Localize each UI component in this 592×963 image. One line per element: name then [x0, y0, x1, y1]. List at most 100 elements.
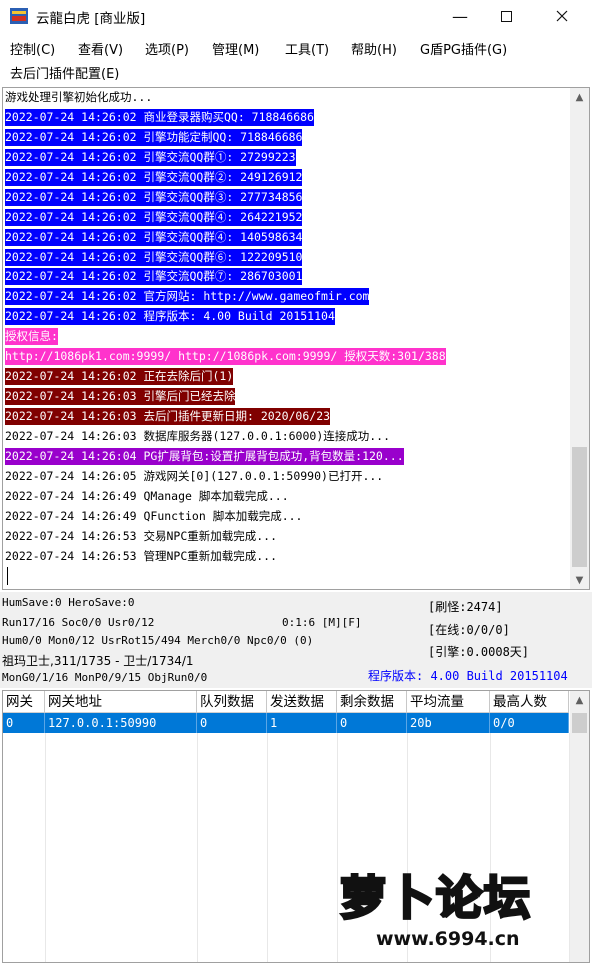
scroll-up-arrow-icon[interactable]: ▲	[570, 88, 589, 106]
table-row[interactable]: 0 127.0.0.1:50990 0 1 0 20b 0/0	[3, 713, 569, 733]
scroll-thumb[interactable]	[572, 713, 587, 733]
table-cell: 0	[197, 713, 267, 733]
log-line-text: 2022-07-24 14:26:02 引擎交流QQ群①: 27299223	[5, 148, 296, 166]
log-line-text: 游戏处理引擎初始化成功...	[5, 90, 153, 104]
log-line: 2022-07-24 14:26:02 引擎交流QQ群②: 249126912	[5, 168, 567, 188]
log-line: 2022-07-24 14:26:02 程序版本: 4.00 Build 201…	[5, 307, 567, 327]
engine-days: [引擎:0.0008天]	[428, 645, 530, 659]
log-line-text: 2022-07-24 14:26:05 游戏网关[0](127.0.0.1:50…	[5, 468, 384, 483]
log-line-text: http://1086pk1.com:9999/ http://1086pk.c…	[5, 348, 446, 366]
log-line: 2022-07-24 14:26:03 去后门插件更新日期: 2020/06/2…	[5, 407, 567, 427]
watermark-logo: 萝卜论坛 www.6994.cn	[339, 862, 580, 958]
log-line-text: 2022-07-24 14:26:02 正在去除后门(1)	[5, 368, 234, 386]
log-line-text: 2022-07-24 14:26:03 引擎后门已经去除	[5, 388, 236, 406]
log-line: 2022-07-24 14:26:53 管理NPC重新加载完成...	[5, 547, 567, 567]
column-header[interactable]: 队列数据	[197, 691, 267, 713]
log-line-text: 2022-07-24 14:26:02 引擎交流QQ群⑥: 122209510	[5, 248, 303, 266]
maximize-icon	[500, 10, 512, 22]
menu-gdun-plugin[interactable]: G盾PG插件(G)	[420, 39, 507, 58]
log-line-text: 2022-07-24 14:26:49 QFunction 脚本加载完成...	[5, 508, 303, 523]
menu-tools[interactable]: 工具(T)	[285, 39, 329, 58]
menu-manage[interactable]: 管理(M)	[212, 39, 259, 58]
status-panel: HumSave:0 HeroSave:0 Run17/16 Soc0/0 Usr…	[0, 592, 592, 688]
uptime-status: 0:1:6 [M][F]	[282, 616, 362, 629]
window-title: 云龍白虎 [商业版]	[36, 11, 146, 27]
column-header[interactable]: 最高人数	[490, 691, 569, 713]
menu-help[interactable]: 帮助(H)	[351, 39, 397, 58]
watermark-url: www.6994.cn	[376, 928, 520, 950]
log-line-text: 2022-07-24 14:26:03 数据库服务器(127.0.0.1:600…	[5, 428, 391, 443]
menu-bar: 控制(C) 查看(V) 选项(P) 管理(M) 工具(T) 帮助(H) G盾PG…	[0, 36, 592, 84]
hum-status: Hum0/0 Mon0/12 UsrRot15/494 Merch0/0 Npc…	[2, 634, 314, 647]
mon-status: MonG0/1/16 MonP0/9/15 ObjRun0/0	[2, 671, 208, 684]
table-cell: 0	[337, 713, 407, 733]
column-header[interactable]: 平均流量	[407, 691, 490, 713]
log-line: 2022-07-24 14:26:02 引擎功能定制QQ: 718846686	[5, 128, 567, 148]
log-line-text: 2022-07-24 14:26:53 交易NPC重新加载完成...	[5, 528, 278, 543]
log-line: 2022-07-24 14:26:02 引擎交流QQ群⑦: 286703001	[5, 267, 567, 287]
log-line-text: 授权信息:	[5, 328, 58, 346]
log-line-text: 2022-07-24 14:26:02 商业登录器购买QQ: 718846686	[5, 108, 314, 126]
log-line: 2022-07-24 14:26:03 数据库服务器(127.0.0.1:600…	[5, 427, 567, 447]
log-line: 2022-07-24 14:26:02 正在去除后门(1)	[5, 367, 567, 387]
scroll-down-arrow-icon[interactable]: ▼	[570, 571, 589, 589]
guard-status: 祖玛卫士,311/1735 - 卫士/1734/1	[2, 654, 194, 668]
table-cell: 0/0	[490, 713, 569, 733]
scroll-thumb[interactable]	[572, 447, 587, 567]
table-cell: 127.0.0.1:50990	[45, 713, 197, 733]
maximize-button[interactable]	[483, 0, 529, 32]
column-header[interactable]: 网关	[3, 691, 45, 713]
log-line: 2022-07-24 14:26:02 引擎交流QQ群③: 277734856	[5, 188, 567, 208]
log-line: 2022-07-24 14:26:04 PG扩展背包:设置扩展背包成功,背包数量…	[5, 447, 567, 467]
log-line: 2022-07-24 14:26:02 引擎交流QQ群④: 140598634	[5, 228, 567, 248]
watermark-text: 萝卜论坛	[339, 870, 532, 927]
log-scrollbar[interactable]: ▲ ▼	[570, 88, 589, 589]
minimize-button[interactable]: —	[437, 0, 483, 32]
log-line: 2022-07-24 14:26:05 游戏网关[0](127.0.0.1:50…	[5, 467, 567, 487]
log-line-text: 2022-07-24 14:26:02 引擎交流QQ群⑦: 286703001	[5, 268, 303, 286]
scroll-up-arrow-icon[interactable]: ▲	[570, 691, 589, 709]
log-line-text: 2022-07-24 14:26:02 引擎交流QQ群④: 140598634	[5, 228, 303, 246]
title-bar: 云龍白虎 [商业版] —	[0, 0, 592, 32]
log-line-text: 2022-07-24 14:26:49 QManage 脚本加载完成...	[5, 488, 289, 503]
log-line-text: 2022-07-24 14:26:02 官方网站: http://www.gam…	[5, 288, 370, 306]
close-button[interactable]	[539, 0, 585, 32]
online-count: [在线:0/0/0]	[428, 623, 510, 637]
log-line-text: 2022-07-24 14:26:04 PG扩展背包:设置扩展背包成功,背包数量…	[5, 447, 404, 465]
table-header: 网关 网关地址 队列数据 发送数据 剩余数据 平均流量 最高人数	[3, 691, 569, 713]
menu-backdoor-config[interactable]: 去后门插件配置(E)	[10, 63, 119, 82]
menu-view[interactable]: 查看(V)	[78, 39, 123, 58]
log-pane[interactable]: 游戏处理引擎初始化成功... 2022-07-24 14:26:02 商业登录器购…	[2, 87, 590, 590]
log-line: 2022-07-24 14:26:49 QFunction 脚本加载完成...	[5, 507, 567, 527]
log-line-text: 2022-07-24 14:26:02 引擎交流QQ群④: 264221952	[5, 208, 303, 226]
log-line-text: 2022-07-24 14:26:03 去后门插件更新日期: 2020/06/2…	[5, 408, 331, 425]
log-line-text: 2022-07-24 14:26:02 引擎交流QQ群②: 249126912	[5, 168, 303, 186]
menu-control[interactable]: 控制(C)	[10, 39, 55, 58]
log-line: http://1086pk1.com:9999/ http://1086pk.c…	[5, 347, 567, 367]
close-icon	[556, 10, 568, 22]
log-line: 2022-07-24 14:26:02 官方网站: http://www.gam…	[5, 287, 567, 307]
menu-options[interactable]: 选项(P)	[145, 39, 189, 58]
minimize-icon: —	[452, 6, 468, 26]
text-cursor	[7, 567, 8, 585]
log-line: 2022-07-24 14:26:02 商业登录器购买QQ: 718846686	[5, 108, 567, 128]
log-line: 2022-07-24 14:26:53 交易NPC重新加载完成...	[5, 527, 567, 547]
table-cell: 0	[3, 713, 45, 733]
save-status: HumSave:0 HeroSave:0	[2, 596, 135, 609]
log-line-text: 2022-07-24 14:26:02 程序版本: 4.00 Build 201…	[5, 308, 335, 326]
column-header[interactable]: 网关地址	[45, 691, 197, 713]
log-line: 授权信息:	[5, 327, 567, 347]
refresh-count: [刷怪:2474]	[428, 600, 503, 614]
log-line: 2022-07-24 14:26:49 QManage 脚本加载完成...	[5, 487, 567, 507]
table-cell: 20b	[407, 713, 490, 733]
log-line: 2022-07-24 14:26:03 引擎后门已经去除	[5, 387, 567, 407]
log-line-text: 2022-07-24 14:26:02 引擎功能定制QQ: 718846686	[5, 128, 303, 146]
column-header[interactable]: 发送数据	[267, 691, 337, 713]
app-icon	[10, 8, 28, 24]
run-status: Run17/16 Soc0/0 Usr0/12	[2, 616, 155, 629]
log-line-text: 2022-07-24 14:26:53 管理NPC重新加载完成...	[5, 548, 278, 563]
log-line-text: 2022-07-24 14:26:02 引擎交流QQ群③: 277734856	[5, 188, 303, 206]
log-line: 游戏处理引擎初始化成功...	[5, 88, 567, 108]
column-header[interactable]: 剩余数据	[337, 691, 407, 713]
program-version: 程序版本: 4.00 Build 20151104	[368, 669, 568, 683]
